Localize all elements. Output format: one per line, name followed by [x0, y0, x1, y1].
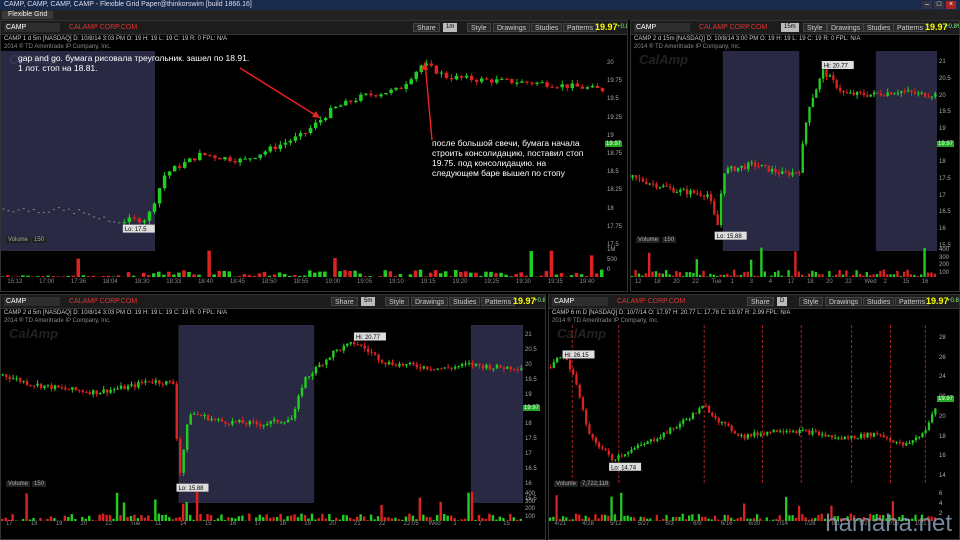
site-watermark: hamaha.net [825, 510, 952, 537]
arrow-exit [424, 61, 433, 141]
arrow-entry [239, 67, 321, 119]
arrow-exit-head [421, 62, 428, 70]
annotation-arrows [239, 61, 433, 141]
